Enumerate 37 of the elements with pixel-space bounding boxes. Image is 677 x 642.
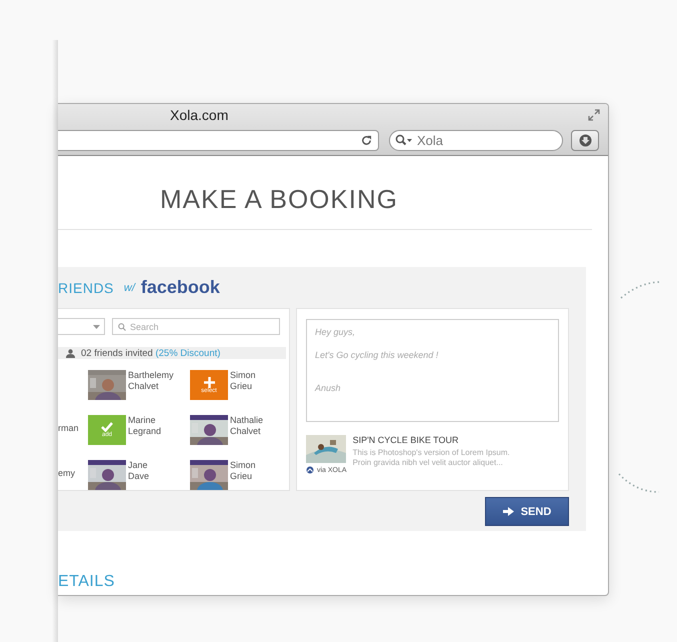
reload-icon[interactable] [361,134,372,146]
download-icon [578,134,592,146]
message-line: Hey guys, [315,327,356,337]
address-field[interactable] [58,130,379,150]
search-icon [118,322,126,330]
message-line: Anush [315,383,342,393]
arrow-icon [502,507,514,516]
fullscreen-icon[interactable] [588,109,600,121]
section-link[interactable]: ETAILS [58,573,608,591]
with-label: w/ [124,282,135,294]
download-button[interactable] [571,130,599,150]
friend-name: Nathalie Chalvet [230,415,264,438]
friend-name: Simon Grieu [230,460,256,483]
send-button[interactable]: SEND [485,497,569,526]
section-heading: RIENDS [58,280,114,296]
friend-name: emy [58,467,76,480]
friend-name: rman [58,422,80,435]
message-line: Let's Go cycling this weekend ! [315,350,440,360]
message-field[interactable]: Hey guys, Let's Go cycling this weekend ! Anush [306,319,559,422]
plus-icon [204,376,214,388]
friend-name: Marine Legrand [128,415,162,438]
page-heading: MAKE A BOOKING [160,184,399,215]
checkmark-icon [101,422,113,432]
share-title: SIP'N CYCLE BIKE TOUR [352,435,460,445]
share-description: This is Photoshop's version of Lorem Ipsum. Proin gravida nibh vel velit auctor aliquet... [352,448,511,468]
friend-name: Simon Grieu [230,370,256,393]
window-title: Xola.com [170,107,228,123]
dotted-curve-drawing [620,280,662,300]
facebook-logo: facebook [140,277,220,298]
friend-name: Jane Dave [128,460,150,483]
search-icon [395,134,413,146]
invite-count: 02 friends invited (25% Discount) [81,348,220,358]
search-field[interactable]: Search [112,318,280,335]
person-icon [66,348,75,358]
search-field[interactable]: Xola [389,130,563,150]
friend-name: Barthelemy Chalvet [128,370,174,393]
caret-icon [93,324,100,328]
